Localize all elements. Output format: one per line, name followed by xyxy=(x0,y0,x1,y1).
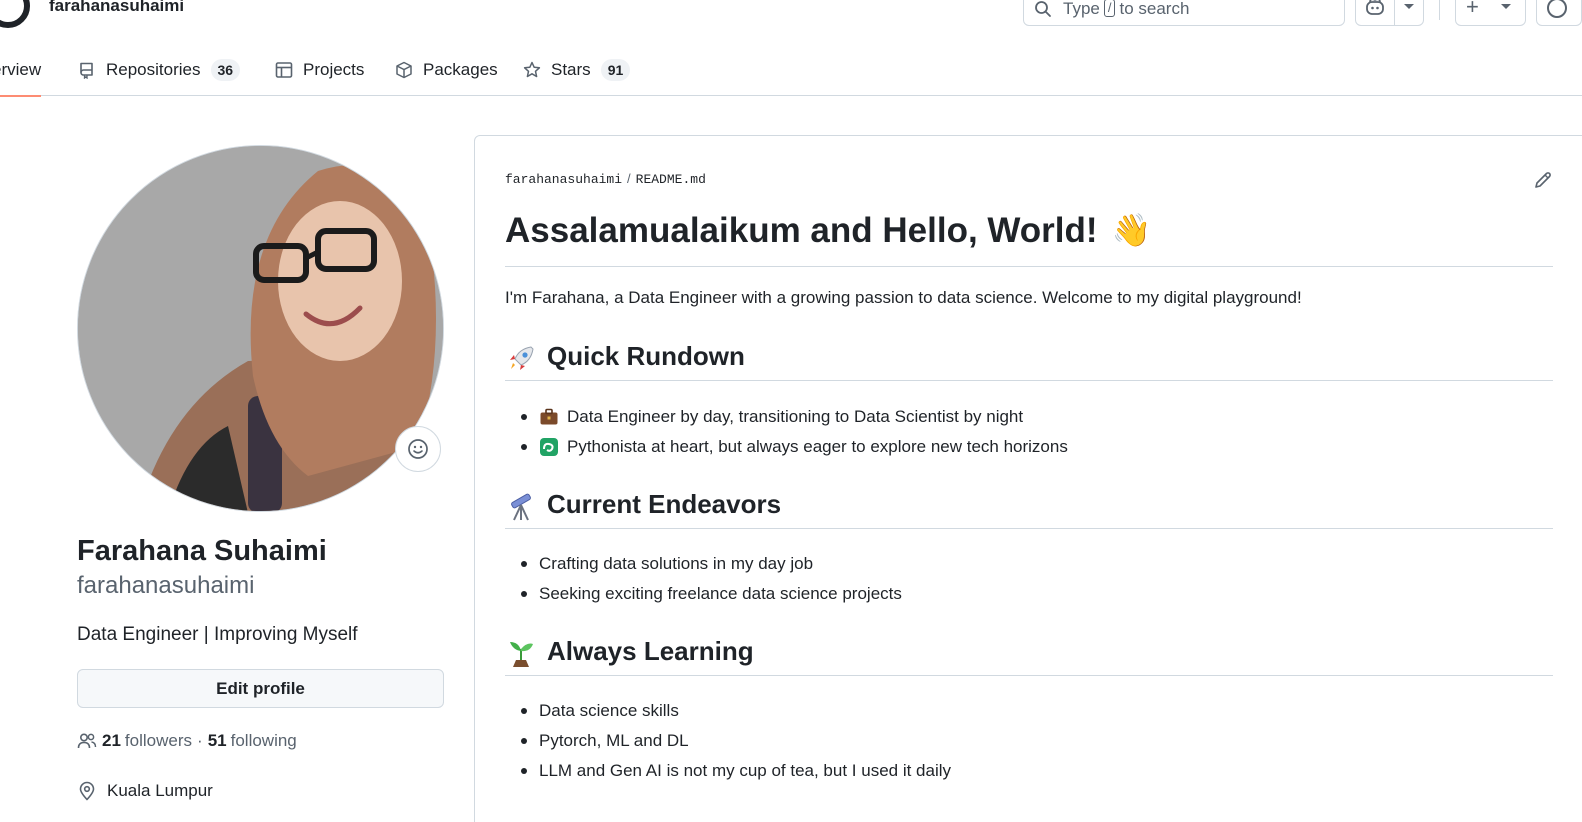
location-pin-icon xyxy=(79,781,95,801)
section-heading-text: Quick Rundown xyxy=(547,341,745,371)
tab-label: Stars xyxy=(551,60,591,79)
separator-dot: · xyxy=(197,731,203,750)
tab-label: Packages xyxy=(423,60,498,79)
divider xyxy=(1394,0,1395,25)
repo-icon xyxy=(80,62,93,79)
copilot-icon[interactable] xyxy=(1365,0,1385,17)
list-item-text: Data science skills xyxy=(539,701,679,720)
star-icon xyxy=(523,61,541,78)
follow-stats: 21 followers · 51 following xyxy=(77,731,297,751)
list-item-text: Data Engineer by day, transitioning to D… xyxy=(567,407,1024,426)
following-link[interactable]: 51 following xyxy=(208,731,297,751)
avatar[interactable] xyxy=(77,145,444,512)
readme-card: farahanasuhaimi / README.md Assalamualaiku… xyxy=(474,135,1582,822)
create-new-button[interactable]: + xyxy=(1455,0,1526,26)
divider xyxy=(1439,0,1440,20)
profile-full-name: Farahana Suhaimi xyxy=(77,535,327,567)
list-item: Data Engineer by day, transitioning to D… xyxy=(505,406,1068,436)
crumb-file-link[interactable]: README.md xyxy=(636,172,706,187)
edit-profile-button[interactable]: Edit profile xyxy=(77,669,444,708)
section-heading-always-learning: Always Learning xyxy=(505,636,1553,676)
top-header: farahanasuhaimi Type / to search + xyxy=(0,0,1582,30)
stars-count-badge: 91 xyxy=(600,59,631,81)
loop-icon xyxy=(540,438,558,456)
copilot-button-group[interactable] xyxy=(1355,0,1424,26)
list-item-text: Pytorch, ML and DL xyxy=(539,731,689,750)
chevron-down-icon xyxy=(1501,4,1511,9)
profile-tabs: erview Repositories 36 Projects Packages… xyxy=(0,44,1582,97)
smiley-icon xyxy=(408,439,428,459)
list-item-text: Crafting data solutions in my day job xyxy=(539,554,814,573)
readme-breadcrumb: farahanasuhaimi / README.md xyxy=(505,171,706,187)
profile-bio: Data Engineer | Improving Myself xyxy=(77,624,358,645)
github-logo-icon[interactable] xyxy=(0,0,30,28)
list-item-text: Pythonista at heart, but always eager to… xyxy=(567,437,1068,456)
search-placeholder: Type / to search xyxy=(1063,0,1190,18)
section-heading-text: Always Learning xyxy=(547,636,754,666)
briefcase-icon xyxy=(540,408,558,425)
section-list-quick-rundown: Data Engineer by day, transitioning to D… xyxy=(505,406,1068,466)
crumb-owner-link[interactable]: farahanasuhaimi xyxy=(505,172,622,187)
waving-hand-icon: 👋 xyxy=(1111,212,1152,248)
issue-circle-icon xyxy=(1547,0,1567,18)
tab-overview[interactable]: erview xyxy=(0,44,42,97)
rocket-icon xyxy=(510,346,534,370)
search-input[interactable]: Type / to search xyxy=(1023,0,1345,26)
section-list-always-learning: Data science skills Pytorch, ML and DL L… xyxy=(505,700,951,790)
table-icon xyxy=(275,62,293,78)
list-item-text: LLM and Gen AI is not my cup of tea, but… xyxy=(539,761,952,780)
list-item: Seeking exciting freelance data science … xyxy=(505,583,902,613)
avatar-image xyxy=(78,146,443,511)
tab-label: Repositories xyxy=(106,60,201,79)
active-tab-underline xyxy=(0,95,42,97)
package-icon xyxy=(396,61,412,79)
profile-location: Kuala Lumpur xyxy=(77,781,213,801)
telescope-icon xyxy=(511,493,531,521)
tab-packages[interactable]: Packages xyxy=(395,44,498,96)
chevron-down-icon[interactable] xyxy=(1404,4,1414,9)
section-list-current-endeavors: Crafting data solutions in my day job Se… xyxy=(505,553,902,613)
crumb-separator: / xyxy=(627,171,631,186)
section-heading-text: Current Endeavors xyxy=(547,489,782,519)
set-status-button[interactable] xyxy=(395,426,441,472)
issues-button[interactable] xyxy=(1536,0,1582,26)
followers-link[interactable]: 21 followers xyxy=(102,731,192,751)
people-icon xyxy=(77,733,97,749)
location-text: Kuala Lumpur xyxy=(107,781,213,800)
edit-pencil-icon[interactable] xyxy=(1533,170,1553,190)
tab-label: erview xyxy=(0,60,42,79)
list-item: Crafting data solutions in my day job xyxy=(505,553,902,583)
section-heading-current-endeavors: Current Endeavors xyxy=(505,489,1553,529)
plus-icon: + xyxy=(1466,0,1479,19)
readme-title: Assalamualaikum and Hello, World! 👋 xyxy=(505,211,1553,267)
search-icon xyxy=(1035,1,1051,17)
section-heading-quick-rundown: Quick Rundown xyxy=(505,341,1553,381)
tab-label: Projects xyxy=(303,60,365,79)
search-shortcut-key: / xyxy=(1103,0,1116,17)
tab-stars[interactable]: Stars 91 xyxy=(523,44,631,96)
list-item: Pythonista at heart, but always eager to… xyxy=(505,436,1068,466)
tab-projects[interactable]: Projects xyxy=(275,44,364,96)
list-item: Pytorch, ML and DL xyxy=(505,730,951,760)
readme-title-text: Assalamualaikum and Hello, World! xyxy=(505,211,1098,250)
list-item-text: Seeking exciting freelance data science … xyxy=(539,584,902,603)
repositories-count-badge: 36 xyxy=(210,59,241,81)
tab-repositories[interactable]: Repositories 36 xyxy=(78,44,241,96)
seedling-icon xyxy=(510,642,533,667)
readme-intro: I'm Farahana, a Data Engineer with a gro… xyxy=(505,288,1302,307)
list-item: Data science skills xyxy=(505,700,951,730)
profile-login: farahanasuhaimi xyxy=(77,572,255,599)
list-item: LLM and Gen AI is not my cup of tea, but… xyxy=(505,760,951,790)
header-username[interactable]: farahanasuhaimi xyxy=(49,0,184,16)
